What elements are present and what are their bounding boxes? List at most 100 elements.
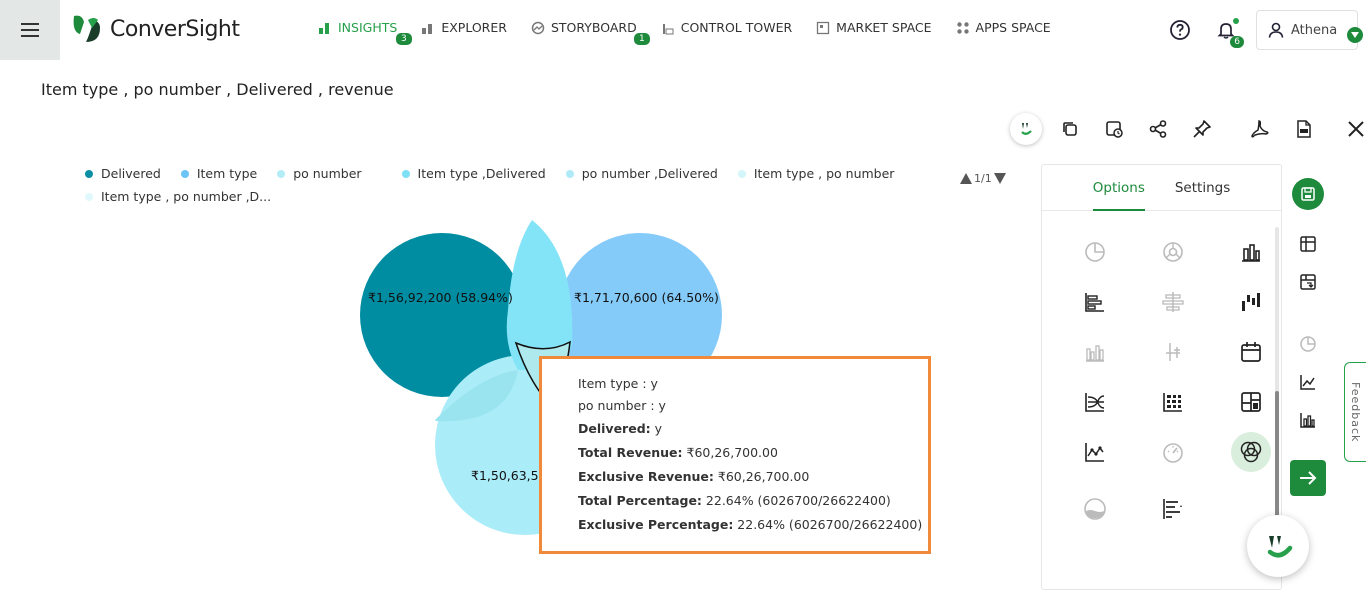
tooltip-key: Total Percentage:	[578, 493, 702, 508]
export-xlsx-button[interactable]	[1288, 113, 1320, 145]
chart-toolbar	[1010, 113, 1366, 145]
pie-view-button[interactable]	[1290, 326, 1326, 362]
hamburger-icon	[21, 23, 39, 37]
legend-marker	[85, 192, 93, 201]
panel-scrollbar-thumb[interactable]	[1275, 391, 1279, 517]
tab-settings[interactable]: Settings	[1175, 165, 1230, 211]
xlsx-file-icon	[1297, 120, 1311, 138]
menu-button[interactable]	[0, 0, 60, 60]
triangle-up-icon[interactable]	[960, 173, 972, 184]
liquid-fill-chart-icon[interactable]	[1075, 496, 1115, 522]
user-icon	[1268, 22, 1284, 38]
legend-item[interactable]: Item type ,Delivered	[401, 166, 546, 181]
bar-chart-icon	[319, 22, 329, 34]
gauge-chart-icon[interactable]	[1153, 439, 1193, 465]
legend-label: po number	[293, 166, 362, 181]
tooltip-key: Delivered:	[578, 421, 651, 436]
venn-label-po-number: ₹1,50,63,50	[471, 468, 547, 483]
diverging-bar-icon[interactable]	[1153, 289, 1193, 315]
triangle-down-icon[interactable]	[993, 173, 1006, 184]
close-button[interactable]	[1340, 113, 1366, 145]
user-name: Athena	[1291, 22, 1338, 38]
pie-chart-icon	[1300, 336, 1316, 352]
legend-label: Delivered	[101, 166, 161, 181]
heatmap-chart-icon[interactable]	[1153, 389, 1193, 415]
user-menu[interactable]: Athena	[1256, 10, 1363, 50]
legend-label: Item type ,Delivered	[417, 166, 546, 181]
donut-chart-icon[interactable]	[1153, 239, 1193, 265]
column-chart-icon[interactable]	[1231, 239, 1271, 265]
page-title: Item type , po number , Delivered , reve…	[41, 80, 394, 99]
save-button[interactable]	[1292, 178, 1324, 210]
chevron-down-icon[interactable]	[1347, 27, 1363, 43]
chart-options-panel: Options Settings	[1041, 164, 1282, 590]
nav-control-tower[interactable]: CONTROL TOWER	[661, 20, 792, 35]
export-pdf-button[interactable]	[1244, 113, 1276, 145]
legend-item[interactable]: Item type , po number	[737, 166, 894, 181]
treemap-chart-icon[interactable]	[1231, 389, 1271, 415]
nav-apps-space[interactable]: APPS SPACE	[956, 20, 1051, 35]
legend-marker	[85, 169, 93, 178]
sankey-chart-icon[interactable]	[1075, 389, 1115, 415]
schedule-button[interactable]	[1098, 113, 1130, 145]
legend-item[interactable]: Delivered	[85, 166, 161, 181]
assistant-button[interactable]	[1010, 113, 1042, 145]
nav-explorer[interactable]: EXPLORER	[421, 20, 507, 35]
legend-marker	[277, 169, 286, 178]
bar-view-button[interactable]	[1290, 402, 1326, 438]
horizontal-bar-chart-icon[interactable]	[1075, 289, 1115, 315]
tooltip-total-revenue: Total Revenue: ₹60,26,700.00	[578, 441, 928, 465]
legend-row: Delivered Item type po number Item type …	[85, 166, 955, 181]
line-scatter-chart-icon[interactable]	[1075, 439, 1115, 465]
nav-market-space[interactable]: MARKET SPACE	[816, 20, 932, 35]
tooltip-value: 22.64% (6026700/26622400)	[733, 517, 923, 532]
legend-item[interactable]: Item type , po number ,D...	[85, 189, 271, 204]
calendar-chart-icon[interactable]	[1231, 339, 1271, 365]
main-nav: INSIGHTS 3 EXPLORER STORYBOARD 1 CONTROL…	[318, 20, 1075, 45]
assistant-fab[interactable]	[1247, 515, 1309, 577]
legend-label: Item type	[196, 166, 258, 181]
tooltip-key: Exclusive Revenue:	[578, 469, 714, 484]
pivot-table-button[interactable]	[1290, 264, 1326, 300]
help-button[interactable]	[1164, 14, 1196, 46]
venn-label-delivered: ₹1,56,92,200 (58.94%)	[368, 290, 513, 305]
tooltip-key: Total Revenue:	[578, 445, 683, 460]
pin-button[interactable]	[1186, 113, 1218, 145]
schedule-icon	[1106, 121, 1123, 138]
tooltip-po-number: po number : y	[578, 398, 666, 413]
app-name: ConverSight	[110, 16, 240, 42]
line-view-button[interactable]	[1290, 364, 1326, 400]
notifications-button[interactable]: 6	[1210, 14, 1244, 48]
legend-marker	[180, 169, 189, 178]
legend-item[interactable]: Item type	[180, 166, 258, 181]
tooltip-value: y	[650, 421, 663, 436]
share-icon	[1149, 120, 1167, 138]
waterfall-chart-icon[interactable]	[1231, 289, 1271, 315]
feedback-tab[interactable]: Feedback	[1344, 362, 1366, 462]
assistant-logo-icon	[1267, 536, 1293, 558]
chart-type-grid	[1056, 239, 1290, 522]
sorted-bar-chart-icon[interactable]	[1153, 496, 1193, 522]
grouped-column-chart-icon[interactable]	[1075, 339, 1115, 365]
share-button[interactable]	[1142, 113, 1174, 145]
venn-label-item-type: ₹1,71,70,600 (64.50%)	[574, 290, 719, 305]
nav-storyboard[interactable]: STORYBOARD 1	[531, 20, 650, 45]
pie-chart-icon[interactable]	[1075, 239, 1115, 265]
box-plot-icon[interactable]	[1153, 339, 1193, 365]
help-icon	[1170, 20, 1190, 40]
copy-button[interactable]	[1054, 113, 1086, 145]
tooltip-delivered: Delivered: y	[578, 417, 928, 441]
nav-label: STORYBOARD	[550, 20, 637, 35]
tooltip-total-percentage: Total Percentage: 22.64% (6026700/266224…	[578, 489, 928, 513]
tab-options[interactable]: Options	[1092, 165, 1145, 211]
table-view-button[interactable]	[1290, 226, 1326, 262]
notification-count: 6	[1230, 36, 1244, 48]
apps-space-icon	[956, 21, 969, 34]
venn-chart-icon[interactable]	[1231, 432, 1271, 472]
legend-item[interactable]: po number	[277, 166, 362, 181]
nav-badge: 1	[633, 33, 650, 45]
logo[interactable]: ConverSight	[70, 12, 240, 46]
legend-item[interactable]: po number ,Delivered	[565, 166, 718, 181]
nav-insights[interactable]: INSIGHTS 3	[318, 20, 412, 45]
apply-arrow-button[interactable]	[1290, 460, 1326, 496]
